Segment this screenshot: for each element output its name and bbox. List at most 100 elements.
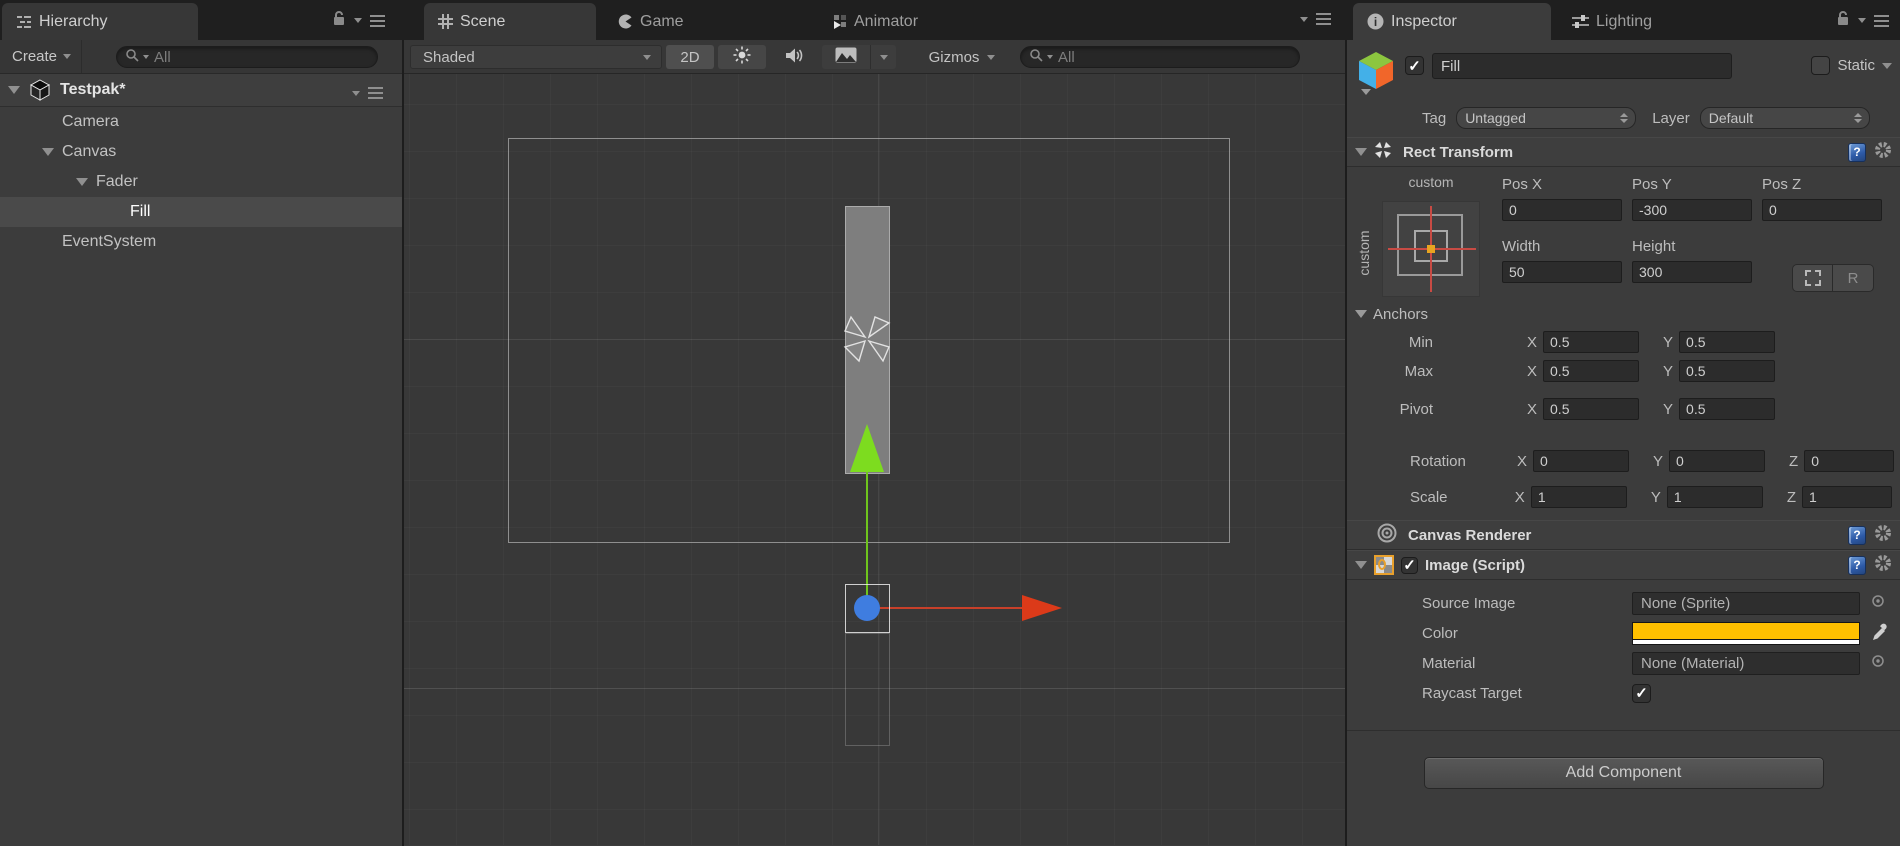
item-label: Fader [96, 173, 138, 190]
anchors-min-x-field[interactable] [1543, 331, 1640, 353]
hierarchy-item-eventsystem[interactable]: EventSystem [0, 227, 402, 257]
effects-toggle[interactable] [822, 45, 870, 69]
pivot-y-field[interactable] [1679, 398, 1776, 420]
effects-dropdown[interactable] [870, 45, 896, 69]
chevron-down-icon [643, 54, 651, 60]
dropdown-caret-icon[interactable] [354, 18, 362, 23]
tab-animator[interactable]: Animator [818, 3, 996, 40]
scene-viewport[interactable] [404, 74, 1345, 845]
color-field[interactable] [1632, 621, 1860, 645]
tag-value: Untagged [1465, 110, 1526, 126]
hierarchy-search[interactable] [116, 46, 378, 68]
help-icon[interactable]: ? [1848, 555, 1866, 575]
create-button[interactable]: Create [0, 40, 83, 73]
rotation-label: Rotation [1410, 452, 1466, 470]
blueprint-mode-button[interactable] [1792, 264, 1833, 292]
active-checkbox[interactable]: ✓ [1405, 56, 1424, 75]
width-field[interactable] [1502, 261, 1622, 283]
pos-x-field[interactable] [1502, 199, 1622, 221]
scale-y-field[interactable] [1666, 486, 1763, 508]
gear-icon[interactable] [1874, 554, 1892, 577]
component-enabled-checkbox[interactable]: ✓ [1401, 556, 1418, 574]
gear-icon[interactable] [1874, 524, 1892, 547]
tab-lighting[interactable]: Lighting [1558, 3, 1736, 40]
hierarchy-item-camera[interactable]: Camera [0, 107, 402, 137]
anchors-min-y-field[interactable] [1679, 331, 1776, 353]
add-component-label: Add Component [1565, 764, 1682, 781]
object-picker-icon[interactable] [1871, 594, 1885, 612]
tab-scene[interactable]: Scene [424, 3, 596, 40]
dropdown-caret-icon[interactable] [352, 90, 360, 96]
lock-icon[interactable] [332, 10, 346, 31]
draw-mode-dropdown[interactable]: Shaded [410, 45, 662, 69]
anchors-foldout-icon[interactable] [1355, 310, 1367, 318]
scene-search[interactable] [1020, 46, 1300, 68]
y-axis-arrow-handle[interactable] [850, 424, 884, 472]
foldout-expanded-icon[interactable] [8, 86, 20, 94]
context-menu-icon[interactable] [1874, 12, 1889, 30]
hierarchy-item-canvas[interactable]: Canvas [0, 137, 402, 167]
scene-lighting-toggle[interactable] [718, 45, 766, 69]
tab-game[interactable]: Game [604, 3, 760, 40]
gameobject-name-field[interactable] [1432, 53, 1732, 79]
pos-z-field[interactable] [1762, 199, 1882, 221]
gear-icon[interactable] [1874, 141, 1892, 164]
raw-edit-mode-button[interactable]: R [1833, 264, 1874, 292]
anchors-max-x-field[interactable] [1543, 360, 1640, 382]
eyedropper-icon[interactable] [1871, 620, 1887, 646]
axis-y-label: Y [1663, 333, 1674, 351]
context-menu-icon[interactable] [368, 84, 383, 102]
color-swatch[interactable] [1633, 622, 1859, 639]
source-image-field[interactable]: None (Sprite) [1632, 591, 1860, 615]
gizmos-dropdown[interactable]: Gizmos [916, 45, 1008, 69]
object-picker-icon[interactable] [1871, 654, 1885, 672]
help-icon[interactable]: ? [1848, 525, 1866, 545]
anchor-gizmo[interactable] [841, 313, 893, 370]
dropdown-caret-icon[interactable] [1300, 16, 1308, 22]
lock-icon[interactable] [1836, 10, 1850, 31]
help-icon[interactable]: ? [1848, 142, 1866, 162]
foldout-expanded-icon[interactable] [76, 178, 88, 186]
foldout-expanded-icon[interactable] [1355, 561, 1367, 569]
pivot-x-field[interactable] [1543, 398, 1640, 420]
context-menu-icon[interactable] [370, 12, 385, 30]
2d-toggle-button[interactable]: 2D [666, 45, 714, 69]
add-component-button[interactable]: Add Component [1423, 757, 1824, 789]
rotation-y-field[interactable] [1669, 450, 1766, 472]
static-checkbox[interactable] [1811, 56, 1831, 75]
image-icon [835, 47, 857, 67]
dropdown-caret-icon[interactable] [1858, 18, 1866, 23]
context-menu-icon[interactable] [1316, 10, 1331, 28]
gameobject-cube-icon[interactable] [1355, 49, 1397, 100]
layer-dropdown[interactable]: Default [1699, 107, 1870, 129]
scale-x-field[interactable] [1530, 486, 1627, 508]
pivot-handle[interactable] [854, 595, 880, 621]
tag-dropdown[interactable]: Untagged [1456, 107, 1637, 129]
foldout-expanded-icon[interactable] [1355, 148, 1367, 156]
hierarchy-item-fader[interactable]: Fader [0, 167, 402, 197]
static-dropdown-icon[interactable] [1882, 62, 1892, 69]
hierarchy-scene-row[interactable]: Testpak* [0, 74, 402, 107]
pos-y-field[interactable] [1632, 199, 1752, 221]
hierarchy-search-input[interactable] [152, 47, 369, 67]
canvas-renderer-header[interactable]: Canvas Renderer ? [1347, 520, 1900, 550]
rotation-z-field[interactable] [1804, 450, 1895, 472]
anchor-preset-widget[interactable] [1382, 201, 1480, 297]
tab-inspector[interactable]: i Inspector [1353, 3, 1551, 40]
scene-audio-toggle[interactable] [770, 45, 818, 69]
raycast-target-checkbox[interactable]: ✓ [1632, 683, 1651, 703]
image-component-header[interactable]: ✓ Image (Script) ? [1347, 550, 1900, 580]
material-field[interactable]: None (Material) [1632, 651, 1860, 675]
rect-transform-header[interactable]: Rect Transform ? [1347, 137, 1900, 167]
axis-x-label: X [1517, 452, 1528, 470]
tab-hierarchy[interactable]: Hierarchy [2, 3, 198, 40]
anchors-max-y-field[interactable] [1679, 360, 1776, 382]
hierarchy-item-fill[interactable]: Fill [0, 197, 402, 227]
rotation-x-field[interactable] [1533, 450, 1630, 472]
foldout-expanded-icon[interactable] [42, 148, 54, 156]
x-axis-arrow-handle[interactable] [1022, 595, 1062, 621]
scene-search-input[interactable] [1056, 47, 1291, 67]
scale-z-field[interactable] [1802, 486, 1892, 508]
height-field[interactable] [1632, 261, 1752, 283]
alpha-bar [1633, 639, 1859, 644]
